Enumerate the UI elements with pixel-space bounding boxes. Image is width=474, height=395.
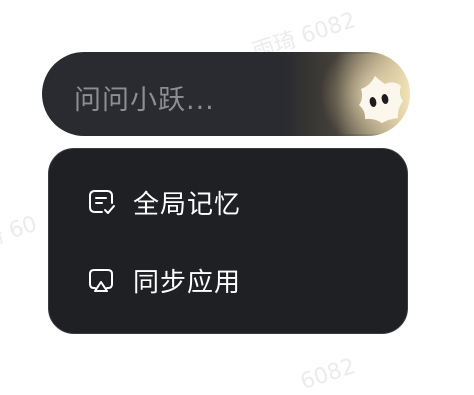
menu-item-label: 全局记忆 (133, 189, 242, 220)
memory-chat-check-icon (85, 186, 117, 218)
menu-item-sync-apps[interactable]: 同步应用 (85, 260, 241, 300)
airplay-screen-icon (85, 264, 117, 296)
ask-xiaoyue-input[interactable]: 问问小跃... (42, 52, 410, 136)
menu-item-global-memory[interactable]: 全局记忆 (85, 182, 241, 222)
menu-item-label: 同步应用 (133, 267, 242, 298)
mascot-star-icon[interactable] (354, 73, 406, 125)
watermark-text: 琦 60 (0, 211, 41, 254)
watermark-text: 6082 (297, 353, 359, 395)
search-placeholder: 问问小跃... (74, 85, 215, 116)
quick-menu: 全局记忆 同步应用 (48, 148, 408, 334)
